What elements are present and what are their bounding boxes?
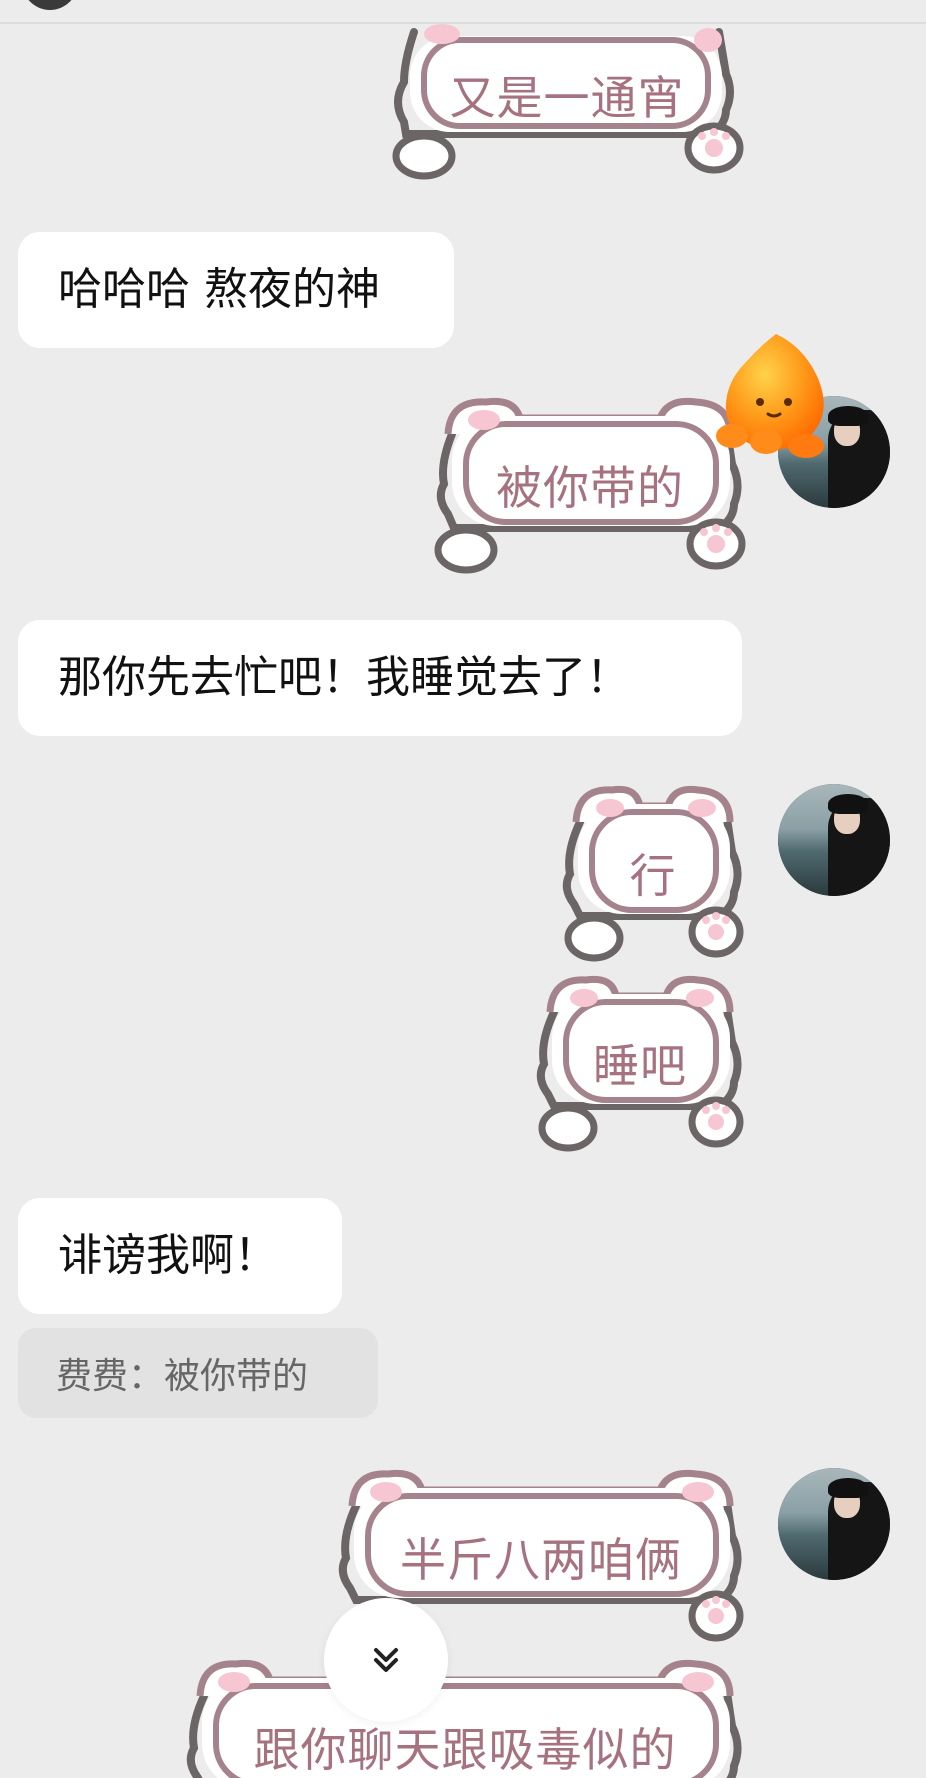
my-avatar[interactable] xyxy=(778,784,890,896)
scroll-to-bottom-button[interactable] xyxy=(324,1598,448,1722)
message-cat-bubble-6[interactable]: 跟你聊天跟吸毒似的 xyxy=(180,1656,750,1778)
quoted-reply-text: 费费：被你带的 xyxy=(56,1356,309,1397)
cat-bubble-text: 被你带的 xyxy=(496,461,684,515)
avatar-hair xyxy=(828,1478,868,1498)
cat-bubble-text: 又是一通宵 xyxy=(449,71,685,125)
message-text: 哈哈哈 熬夜的神 xyxy=(58,264,380,315)
quoted-reply[interactable]: 费费：被你带的 xyxy=(18,1328,378,1418)
message-text: 诽谤我啊！ xyxy=(58,1230,278,1281)
message-cat-bubble-4[interactable]: 睡吧 xyxy=(530,972,750,1152)
orange-drop-sticker[interactable] xyxy=(706,326,846,466)
message-bubble-received-1[interactable]: 哈哈哈 熬夜的神 xyxy=(18,232,454,348)
message-text: 那你先去忙吧！我睡觉去了！ xyxy=(58,652,630,703)
contact-avatar-top[interactable] xyxy=(22,0,78,10)
my-avatar[interactable] xyxy=(778,1468,890,1580)
message-cat-bubble-1[interactable]: 又是一通宵 xyxy=(384,22,750,182)
message-bubble-received-2[interactable]: 那你先去忙吧！我睡觉去了！ xyxy=(18,620,742,736)
cat-bubble-text: 半斤八两咱俩 xyxy=(400,1533,682,1587)
message-cat-bubble-2[interactable]: 被你带的 xyxy=(430,394,750,574)
double-chevron-down-icon xyxy=(374,1648,398,1672)
cat-bubble-text: 跟你聊天跟吸毒似的 xyxy=(253,1723,677,1777)
message-bubble-received-3[interactable]: 诽谤我啊！ xyxy=(18,1198,342,1314)
orange-drop-sticker-icon xyxy=(716,334,824,458)
cat-bubble-text: 行 xyxy=(629,849,677,903)
cat-bubble-text: 睡吧 xyxy=(593,1039,687,1093)
message-cat-bubble-3[interactable]: 行 xyxy=(556,782,750,962)
avatar-hair xyxy=(828,794,868,814)
